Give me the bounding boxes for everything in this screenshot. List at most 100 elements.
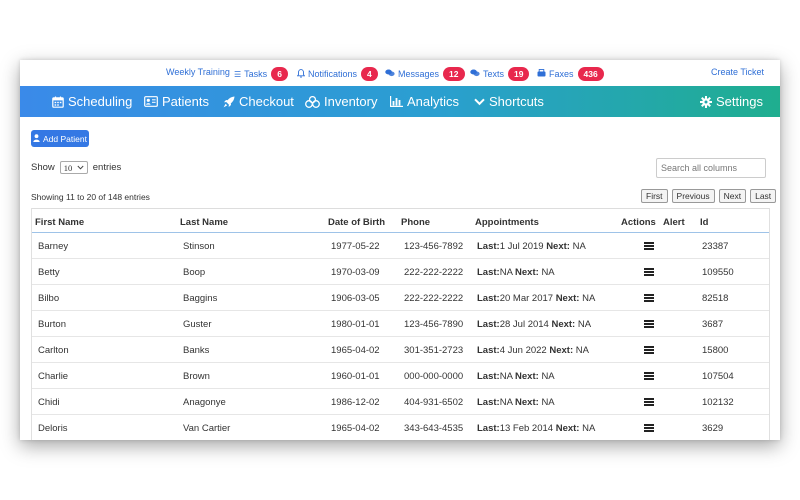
chat-bubbles-icon <box>385 69 395 79</box>
faxes-count-badge: 436 <box>577 67 604 81</box>
nav-shortcuts-label: Shortcuts <box>489 94 544 109</box>
top-utility-bar: Weekly Training ☰ Tasks 6 Notifications … <box>20 60 780 86</box>
cell-appointments: Last:28 Jul 2014 Next: NA <box>477 319 591 330</box>
calendar-icon <box>52 96 64 108</box>
table-row[interactable]: Charlie Brown 1960-01-01 000-000-0000 Last:N… <box>32 363 769 389</box>
actions-menu-icon[interactable] <box>644 294 654 302</box>
list-icon: ☰ <box>234 69 242 79</box>
next-page-button[interactable]: Next <box>718 189 747 203</box>
appt-next-label: Next: <box>551 319 576 330</box>
appt-next-value: NA <box>575 345 589 356</box>
appt-next-value: NA <box>577 319 592 330</box>
actions-menu-icon[interactable] <box>644 372 654 380</box>
appt-last-label: Last: <box>477 241 500 252</box>
header-alert[interactable]: Alert <box>663 217 685 228</box>
appt-next-value: NA <box>582 293 596 304</box>
fax-icon <box>537 69 546 79</box>
table-row[interactable]: Bilbo Baggins 1906-03-05 222-222-2222 Last:2… <box>32 285 769 311</box>
app-window: Weekly Training ☰ Tasks 6 Notifications … <box>20 60 780 440</box>
cell-last-name: Stinson <box>183 241 215 252</box>
table-row[interactable]: Betty Boop 1970-03-09 222-222-2222 Last:NA N… <box>32 259 769 285</box>
cell-phone: 222-222-2222 <box>404 293 464 304</box>
appt-next-value: NA <box>541 371 555 382</box>
cell-dob: 1980-01-01 <box>331 319 380 330</box>
cell-dob: 1977-05-22 <box>331 241 380 252</box>
header-id[interactable]: Id <box>700 217 708 228</box>
cell-id: 102132 <box>702 397 734 408</box>
appt-last-value: 20 Mar 2017 <box>499 293 554 304</box>
previous-page-button[interactable]: Previous <box>671 189 715 203</box>
appt-next-value: NA <box>541 267 555 278</box>
bell-icon <box>296 68 306 80</box>
entries-select[interactable]: 10 <box>59 161 88 174</box>
last-page-button[interactable]: Last <box>750 189 777 203</box>
appt-last-value: 28 Jul 2014 <box>499 319 549 330</box>
texts-count-badge: 19 <box>508 67 530 81</box>
search-input[interactable]: Search all columns <box>656 158 766 178</box>
cell-dob: 1965-04-02 <box>331 423 380 434</box>
appt-next-value: NA <box>572 241 586 252</box>
texts-link[interactable]: Texts 19 <box>470 67 530 81</box>
id-card-icon <box>144 96 158 107</box>
notifications-link[interactable]: Notifications 4 <box>296 67 378 81</box>
nav-checkout[interactable]: Checkout <box>223 94 294 109</box>
first-page-button[interactable]: First <box>641 189 668 203</box>
table-row[interactable]: Chidi Anagonye 1986-12-02 404-931-6502 Last:… <box>32 389 769 415</box>
cell-last-name: Anagonye <box>183 397 226 408</box>
cell-id: 82518 <box>702 293 729 304</box>
table-row[interactable]: Deloris Van Cartier 1965-04-02 343-643-4535… <box>32 415 769 440</box>
notifications-count-badge: 4 <box>361 67 378 81</box>
cell-last-name: Guster <box>183 319 212 330</box>
rocket-icon <box>223 96 235 107</box>
cell-first-name: Carlton <box>38 345 69 356</box>
nav-scheduling[interactable]: Scheduling <box>52 94 132 109</box>
actions-menu-icon[interactable] <box>644 346 654 354</box>
table-row[interactable]: Barney Stinson 1977-05-22 123-456-7892 Last:… <box>32 233 769 259</box>
actions-menu-icon[interactable] <box>644 268 654 276</box>
actions-menu-icon[interactable] <box>644 398 654 406</box>
nav-analytics[interactable]: Analytics <box>390 94 459 109</box>
table-row[interactable]: Burton Guster 1980-01-01 123-456-7890 Last:2… <box>32 311 769 337</box>
actions-menu-icon[interactable] <box>644 320 654 328</box>
cell-last-name: Banks <box>183 345 210 356</box>
nav-patients[interactable]: Patients <box>144 94 209 109</box>
header-dob[interactable]: Date of Birth <box>328 217 385 228</box>
cell-first-name: Bilbo <box>38 293 60 304</box>
header-last-name[interactable]: Last Name <box>180 217 228 228</box>
cell-phone: 222-222-2222 <box>404 267 464 278</box>
appt-next-label: Next: <box>515 371 539 382</box>
create-ticket-link[interactable]: Create Ticket <box>711 67 764 77</box>
header-first-name[interactable]: First Name <box>35 217 84 228</box>
appt-next-label: Next: <box>515 267 539 278</box>
cell-dob: 1970-03-09 <box>331 267 380 278</box>
nav-shortcuts[interactable]: Shortcuts <box>474 94 544 109</box>
actions-menu-icon[interactable] <box>644 242 654 250</box>
table-header: First Name Last Name Date of Birth Phone… <box>32 208 769 233</box>
cell-first-name: Deloris <box>38 423 68 434</box>
appt-last-value: NA <box>499 397 513 408</box>
appt-next-value: NA <box>582 423 596 434</box>
cell-appointments: Last:NA Next: NA <box>477 371 555 382</box>
tasks-link[interactable]: ☰ Tasks 6 <box>234 67 288 81</box>
cell-last-name: Brown <box>183 371 210 382</box>
show-label: Show <box>31 162 55 173</box>
table-row[interactable]: Carlton Banks 1965-04-02 301-351-2723 Last:4… <box>32 337 769 363</box>
add-patient-button[interactable]: Add Patient <box>31 130 89 147</box>
cell-last-name: Boop <box>183 267 206 278</box>
messages-link[interactable]: Messages 12 <box>385 67 465 81</box>
weekly-training-link[interactable]: Weekly Training <box>166 67 230 77</box>
cell-id: 15800 <box>702 345 729 356</box>
gear-icon <box>700 95 712 108</box>
nav-inventory-label: Inventory <box>324 94 378 109</box>
nav-settings[interactable]: Settings <box>700 94 763 109</box>
header-phone[interactable]: Phone <box>401 217 430 228</box>
header-appointments[interactable]: Appointments <box>475 217 539 228</box>
search-placeholder: Search all columns <box>661 163 738 173</box>
cell-id: 3629 <box>702 423 724 434</box>
appt-next-label: Next: <box>546 241 570 252</box>
nav-inventory[interactable]: Inventory <box>305 94 377 109</box>
chat-bubbles-icon <box>470 69 480 79</box>
actions-menu-icon[interactable] <box>644 424 654 432</box>
faxes-link[interactable]: Faxes 436 <box>537 67 604 81</box>
appt-last-value: 1 Jul 2019 <box>499 241 544 252</box>
